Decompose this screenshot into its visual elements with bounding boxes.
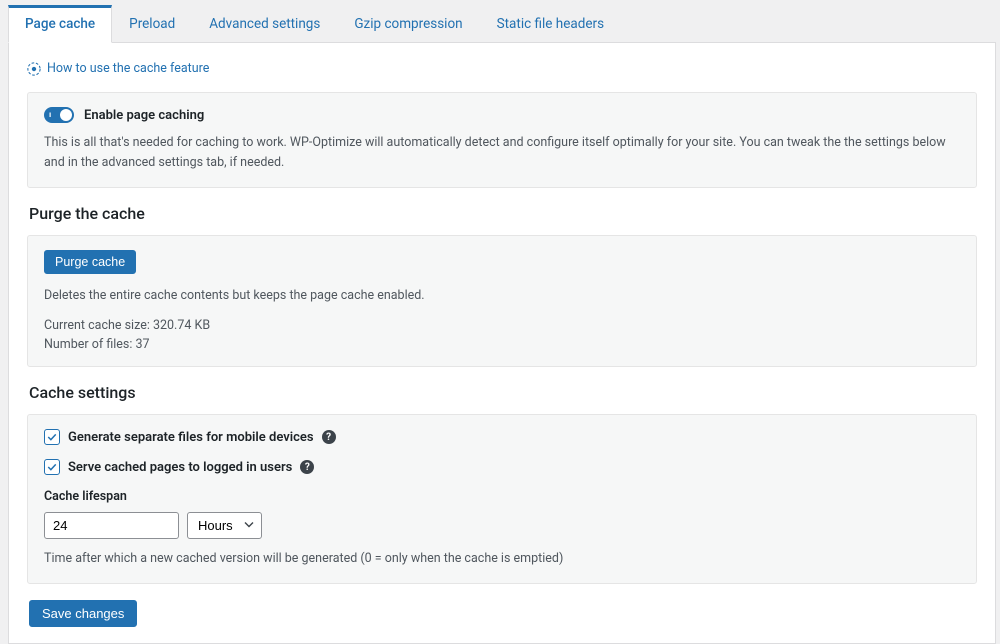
logged-in-checkbox[interactable] bbox=[44, 459, 60, 475]
help-link[interactable]: How to use the cache feature bbox=[27, 61, 209, 76]
purge-description: Deletes the entire cache contents but ke… bbox=[44, 286, 960, 306]
tab-preload[interactable]: Preload bbox=[112, 5, 192, 43]
enable-caching-toggle[interactable]: ı bbox=[44, 107, 74, 123]
help-link-label: How to use the cache feature bbox=[47, 61, 209, 76]
cache-settings-heading: Cache settings bbox=[29, 383, 977, 402]
tab-advanced-settings[interactable]: Advanced settings bbox=[192, 5, 337, 43]
lifespan-label: Cache lifespan bbox=[44, 489, 960, 504]
purge-heading: Purge the cache bbox=[29, 204, 977, 223]
help-icon bbox=[27, 62, 41, 76]
purge-box: Purge cache Deletes the entire cache con… bbox=[27, 235, 977, 367]
mobile-files-help-icon[interactable]: ? bbox=[322, 430, 336, 444]
logged-in-help-icon[interactable]: ? bbox=[300, 460, 314, 474]
lifespan-input[interactable] bbox=[44, 512, 179, 539]
logged-in-label: Serve cached pages to logged in users bbox=[68, 460, 292, 475]
lifespan-unit-select[interactable]: Hours bbox=[187, 512, 262, 539]
cache-size-line: Current cache size: 320.74 KB bbox=[44, 318, 960, 333]
toggle-knob bbox=[60, 109, 72, 121]
enable-caching-box: ı Enable page caching This is all that's… bbox=[27, 92, 977, 188]
check-icon bbox=[46, 431, 58, 443]
tab-page-cache[interactable]: Page cache bbox=[8, 5, 112, 43]
cache-settings-box: Generate separate files for mobile devic… bbox=[27, 414, 977, 584]
lifespan-help-text: Time after which a new cached version wi… bbox=[44, 549, 960, 569]
purge-cache-button[interactable]: Purge cache bbox=[44, 250, 136, 274]
tab-bar: Page cache Preload Advanced settings Gzi… bbox=[8, 5, 996, 43]
toggle-on-indicator: ı bbox=[49, 110, 51, 119]
check-icon bbox=[46, 461, 58, 473]
tab-static-file-headers[interactable]: Static file headers bbox=[480, 5, 621, 43]
mobile-files-label: Generate separate files for mobile devic… bbox=[68, 430, 314, 445]
cache-files-line: Number of files: 37 bbox=[44, 337, 960, 352]
enable-caching-description: This is all that's needed for caching to… bbox=[44, 133, 960, 173]
tab-gzip-compression[interactable]: Gzip compression bbox=[337, 5, 479, 43]
page-cache-panel: How to use the cache feature ı Enable pa… bbox=[8, 43, 996, 644]
mobile-files-checkbox[interactable] bbox=[44, 429, 60, 445]
enable-caching-label: Enable page caching bbox=[84, 108, 204, 123]
